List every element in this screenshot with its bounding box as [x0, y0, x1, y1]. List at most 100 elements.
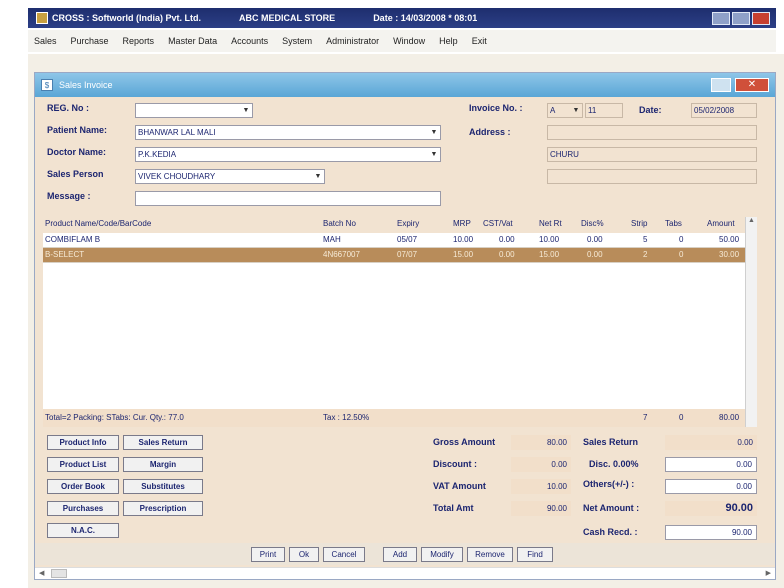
disc-percent-label: Disc. 0.00%	[589, 459, 639, 469]
order-book-button[interactable]: Order Book	[47, 479, 119, 494]
chevron-down-icon[interactable]: ▼	[429, 127, 439, 138]
cash-recd-label: Cash Recd. :	[583, 527, 638, 537]
cell-tabs: 0	[679, 250, 684, 259]
cell-product: COMBIFLAM B	[45, 235, 101, 244]
address-label: Address :	[469, 127, 511, 137]
cell-net: 10.00	[539, 235, 560, 244]
date-field[interactable]: 05/02/2008	[691, 103, 757, 118]
table-row[interactable]: COMBIFLAM B MAH 05/07 10.00 0.00 10.00 0…	[43, 233, 745, 248]
footer-tax: Tax : 12.50%	[323, 413, 370, 422]
scroll-up-icon[interactable]: ▲	[746, 217, 757, 224]
prescription-button[interactable]: Prescription	[123, 501, 203, 516]
cell-amount: 50.00	[719, 235, 740, 244]
footer-total: Total=2 Packing: STabs: Cur. Qty.: 77.0	[45, 413, 184, 422]
window-restore-icon[interactable]	[711, 78, 731, 92]
chevron-down-icon[interactable]: ▼	[571, 105, 581, 116]
scroll-thumb[interactable]	[51, 569, 67, 578]
grid-header: Product Name/Code/BarCode Batch No Expir…	[43, 217, 745, 233]
address-line3[interactable]	[547, 169, 757, 184]
ok-button[interactable]: Ok	[289, 547, 319, 562]
reg-no-field[interactable]: ▼	[135, 103, 253, 118]
menu-reports[interactable]: Reports	[123, 36, 155, 46]
nac-button[interactable]: N.A.C.	[47, 523, 119, 538]
menu-exit[interactable]: Exit	[472, 36, 487, 46]
substitutes-button[interactable]: Substitutes	[123, 479, 203, 494]
discount-label: Discount :	[433, 459, 477, 469]
invoice-series-field[interactable]: A ▼	[547, 103, 583, 118]
menu-accounts[interactable]: Accounts	[231, 36, 268, 46]
message-field[interactable]	[135, 191, 441, 206]
product-info-button[interactable]: Product Info	[47, 435, 119, 450]
menu-window[interactable]: Window	[393, 36, 425, 46]
address-line2[interactable]: CHURU	[547, 147, 757, 162]
col-tabs: Tabs	[665, 219, 682, 228]
sales-invoice-window: $ Sales Invoice ✕ REG. No : ▼ Patient Na…	[34, 72, 776, 580]
others-field[interactable]: 0.00	[665, 479, 757, 494]
cash-recd-field[interactable]: 90.00	[665, 525, 757, 540]
window-close-icon[interactable]: ✕	[735, 78, 769, 92]
menu-purchase[interactable]: Purchase	[71, 36, 109, 46]
find-button[interactable]: Find	[517, 547, 553, 562]
cell-disc: 0.00	[587, 235, 603, 244]
cell-tabs: 0	[679, 235, 684, 244]
purchases-button[interactable]: Purchases	[47, 501, 119, 516]
scroll-left-icon[interactable]: ◀	[39, 569, 44, 577]
app-title-company: CROSS : Softworld (India) Pvt. Ltd.	[52, 13, 201, 23]
sales-person-label: Sales Person	[47, 169, 104, 179]
address-line1[interactable]	[547, 125, 757, 140]
invoice-number-field[interactable]: 11	[585, 103, 623, 118]
discount-value: 0.00	[511, 457, 571, 472]
maximize-icon[interactable]	[732, 11, 750, 25]
chevron-down-icon[interactable]: ▼	[429, 149, 439, 160]
col-net: Net Rt	[539, 219, 562, 228]
col-batch: Batch No	[323, 219, 356, 228]
gross-amount-value: 80.00	[511, 435, 571, 450]
net-amount-label: Net Amount :	[583, 503, 640, 513]
menu-sales[interactable]: Sales	[34, 36, 57, 46]
chevron-down-icon[interactable]: ▼	[241, 105, 251, 116]
bottom-button-bar: Print Ok Cancel Add Modify Remove Find	[35, 543, 775, 565]
vat-amount-value: 10.00	[511, 479, 571, 494]
patient-name-field[interactable]: BHANWAR LAL MALI ▼	[135, 125, 441, 140]
window-title-bar[interactable]: $ Sales Invoice ✕	[35, 73, 775, 97]
sales-return-value: 0.00	[665, 435, 757, 450]
cell-batch: MAH	[323, 235, 341, 244]
product-list-button[interactable]: Product List	[47, 457, 119, 472]
margin-button[interactable]: Margin	[123, 457, 203, 472]
cell-batch: 4N667007	[323, 250, 360, 259]
message-label: Message :	[47, 191, 91, 201]
add-button[interactable]: Add	[383, 547, 417, 562]
doctor-name-field[interactable]: P.K.KEDIA ▼	[135, 147, 441, 162]
vat-amount-label: VAT Amount	[433, 481, 486, 491]
print-button[interactable]: Print	[251, 547, 285, 562]
minimize-icon[interactable]	[712, 11, 730, 25]
close-icon[interactable]	[752, 11, 770, 25]
table-row[interactable]: B-SELECT 4N667007 07/07 15.00 0.00 15.00…	[43, 248, 745, 263]
invoice-no-label: Invoice No. :	[469, 103, 523, 113]
menu-administrator[interactable]: Administrator	[326, 36, 379, 46]
menu-help[interactable]: Help	[439, 36, 458, 46]
sales-person-field[interactable]: VIVEK CHOUDHARY ▼	[135, 169, 325, 184]
sales-return-button[interactable]: Sales Return	[123, 435, 203, 450]
col-product: Product Name/Code/BarCode	[45, 219, 152, 228]
horizontal-scrollbar[interactable]: ◀ ▶	[35, 567, 775, 579]
menu-master-data[interactable]: Master Data	[168, 36, 217, 46]
cell-expiry: 05/07	[397, 235, 418, 244]
disc-percent-field[interactable]: 0.00	[665, 457, 757, 472]
remove-button[interactable]: Remove	[467, 547, 513, 562]
cell-disc: 0.00	[587, 250, 603, 259]
grid-scrollbar[interactable]: ▲	[745, 217, 757, 427]
doctor-name-label: Doctor Name:	[47, 147, 107, 157]
modify-button[interactable]: Modify	[421, 547, 463, 562]
invoice-icon: $	[41, 79, 53, 91]
cell-cst: 0.00	[499, 250, 515, 259]
chevron-down-icon[interactable]: ▼	[313, 171, 323, 182]
cancel-button[interactable]: Cancel	[323, 547, 365, 562]
cell-product: B-SELECT	[45, 250, 85, 259]
scroll-right-icon[interactable]: ▶	[766, 569, 771, 577]
invoice-number-value: 11	[588, 106, 597, 115]
menu-system[interactable]: System	[282, 36, 312, 46]
total-amt-label: Total Amt	[433, 503, 474, 513]
app-title-date: Date : 14/03/2008 * 08:01	[373, 13, 478, 23]
cell-net: 15.00	[539, 250, 560, 259]
